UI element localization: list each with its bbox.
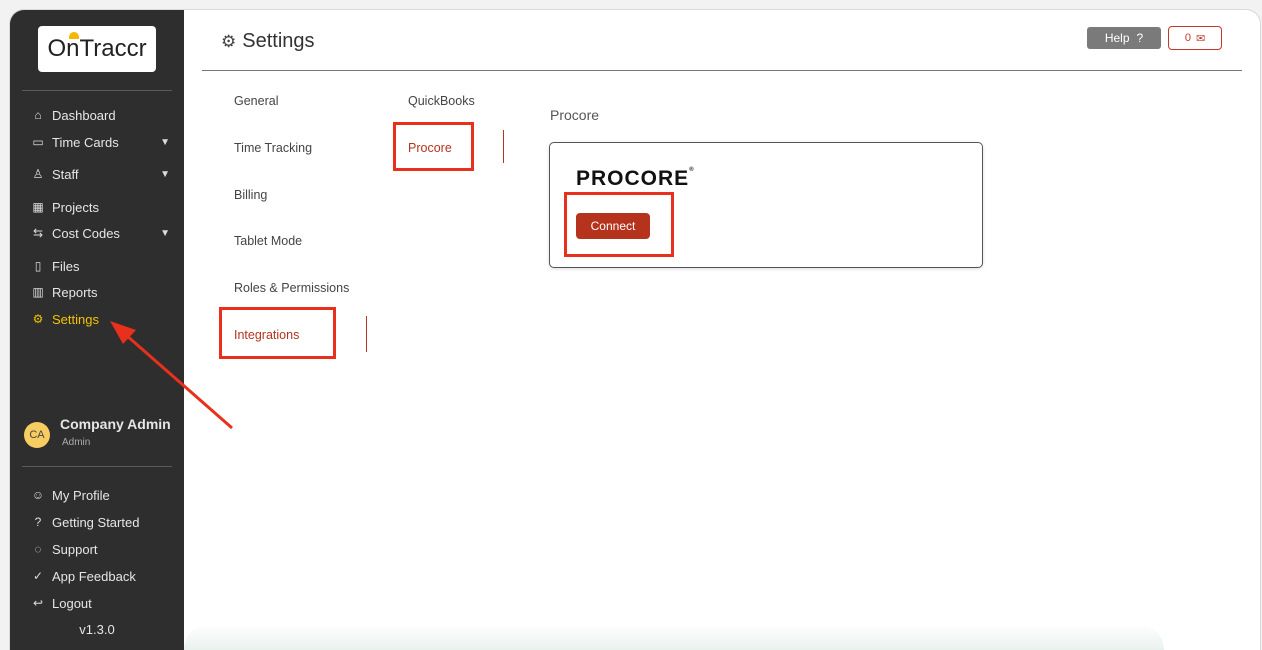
app-window: OnTraccr ⌂ Dashboard ▭ Time Cards ▼ ♙ St… (10, 10, 1260, 650)
annotation-arrow (110, 321, 233, 430)
